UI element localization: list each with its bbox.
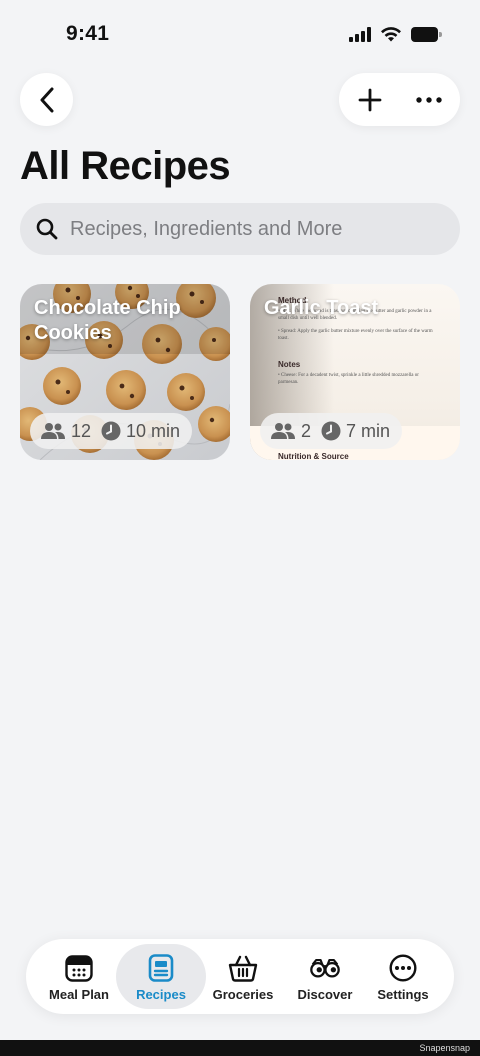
cellular-signal-icon (349, 26, 371, 42)
battery-icon (411, 26, 442, 42)
tab-label: Discover (297, 987, 353, 1002)
tab-meal-plan[interactable]: Meal Plan (34, 944, 124, 1009)
tab-settings[interactable]: Settings (358, 944, 448, 1009)
page-title: All Recipes (20, 144, 231, 188)
plus-icon (358, 88, 382, 112)
servings-count: 2 (301, 420, 312, 441)
tab-label: Groceries (212, 987, 274, 1002)
status-time: 9:41 (66, 22, 110, 45)
search-bar[interactable] (20, 203, 460, 255)
tab-groceries[interactable]: Groceries (198, 944, 288, 1009)
tab-label: Settings (377, 987, 429, 1002)
more-options-button[interactable] (412, 83, 446, 117)
prep-time: 7 min (346, 420, 391, 441)
recipe-card-icon (146, 953, 176, 983)
tab-discover[interactable]: Discover (280, 944, 370, 1009)
tab-label: Recipes (136, 987, 186, 1002)
bottom-strip (0, 1040, 480, 1056)
calendar-icon (64, 953, 94, 983)
search-icon (36, 218, 58, 240)
chevron-left-icon (40, 87, 53, 112)
recipe-title: Chocolate Chip Cookies (34, 297, 181, 344)
bottom-tab-bar: Meal Plan Recipes Groceries Discover Set… (26, 939, 454, 1014)
tab-recipes[interactable]: Recipes (116, 944, 206, 1009)
back-button[interactable] (20, 73, 73, 126)
wifi-icon (381, 27, 401, 42)
status-bar: 9:41 (0, 0, 480, 70)
basket-icon (228, 953, 258, 983)
ellipsis-circle-icon (388, 953, 418, 983)
search-input[interactable] (70, 217, 440, 241)
recipe-meta: 12 10 min (30, 413, 193, 449)
clock-icon (101, 421, 121, 441)
binoculars-icon (310, 953, 340, 983)
clock-icon (321, 421, 341, 441)
servings-count: 12 (71, 420, 92, 441)
recipe-title: Garlic Toast (264, 297, 379, 319)
add-recipe-button[interactable] (353, 83, 387, 117)
tab-label: Meal Plan (49, 987, 109, 1002)
prep-time: 10 min (126, 420, 181, 441)
recipe-meta: 2 7 min (260, 413, 403, 449)
watermark: Snapensnap (419, 1043, 470, 1053)
actions-pill (339, 73, 460, 126)
people-icon (41, 423, 65, 439)
recipe-card-garlic-toast[interactable]: Method • Mix: While the bread is toastin… (250, 284, 460, 460)
people-icon (271, 423, 295, 439)
ellipsis-icon (416, 97, 442, 103)
recipe-card-chocolate-chip-cookies[interactable]: Chocolate Chip Cookies 12 10 min (20, 284, 230, 460)
status-icons (349, 26, 442, 42)
